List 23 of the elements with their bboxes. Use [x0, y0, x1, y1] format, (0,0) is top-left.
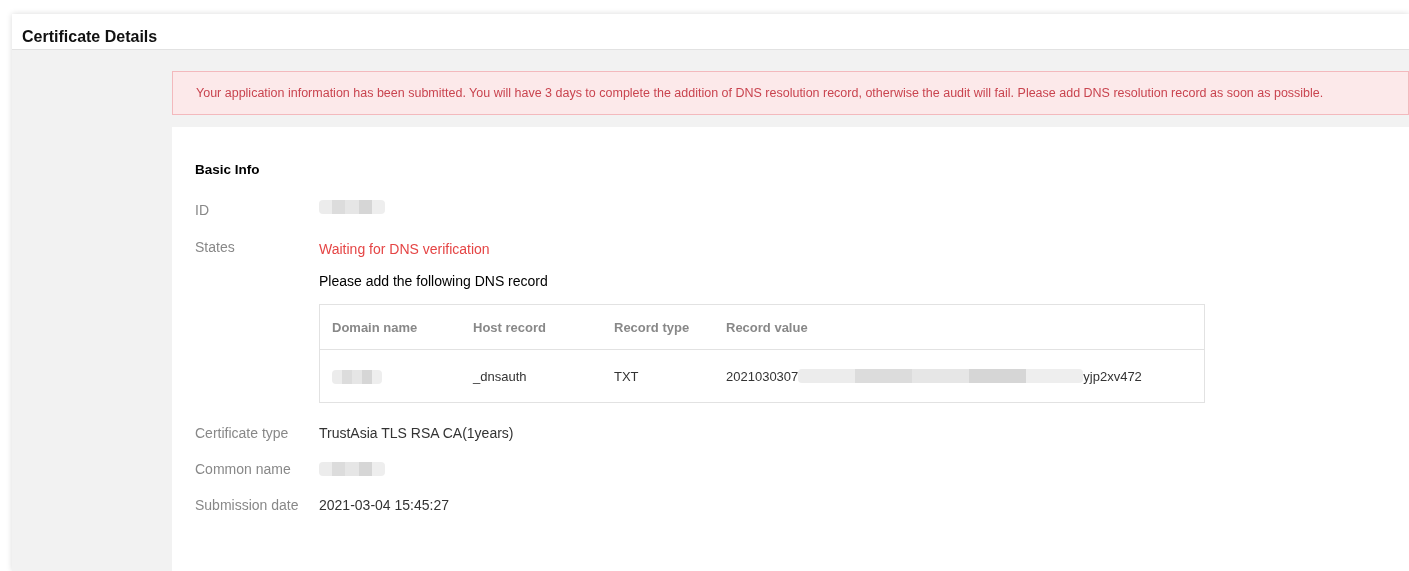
table-cell: _dnsauth — [473, 368, 527, 384]
column-header: Record type — [614, 318, 691, 337]
column-header: Domain name — [332, 318, 419, 337]
field-value: TrustAsia TLS RSA CA(1years) — [319, 423, 514, 443]
redaction-blur — [319, 462, 385, 477]
table-cell: TXT — [614, 368, 639, 384]
section-title: Basic Info — [195, 161, 261, 179]
field-label: Submission date — [195, 495, 300, 515]
column-header: Record value — [726, 318, 809, 337]
field-value: 2021-03-04 15:45:27 — [319, 495, 449, 515]
field-label: Certificate type — [195, 423, 290, 443]
field-label: ID — [195, 201, 210, 221]
page-title: Certificate Details — [22, 27, 159, 47]
redaction-blur — [319, 200, 385, 215]
redaction-blur — [332, 370, 382, 385]
field-label: States — [195, 238, 236, 258]
column-header: Host record — [473, 318, 547, 337]
table-cell-text: 2021030307 — [726, 367, 799, 386]
alert-banner: Your application information has been submitted. You will have 3 days to complete the addition of DNS resolution record, otherwise the audit will fail. Please add DNS resolution record as soon as possible. — [172, 71, 1409, 115]
status-text: Waiting for DNS verification — [319, 240, 491, 260]
hint-text: Please add the following DNS record — [319, 272, 549, 292]
table-cell-text: yjp2xv472 — [1083, 367, 1142, 386]
field-label: Common name — [195, 459, 292, 479]
